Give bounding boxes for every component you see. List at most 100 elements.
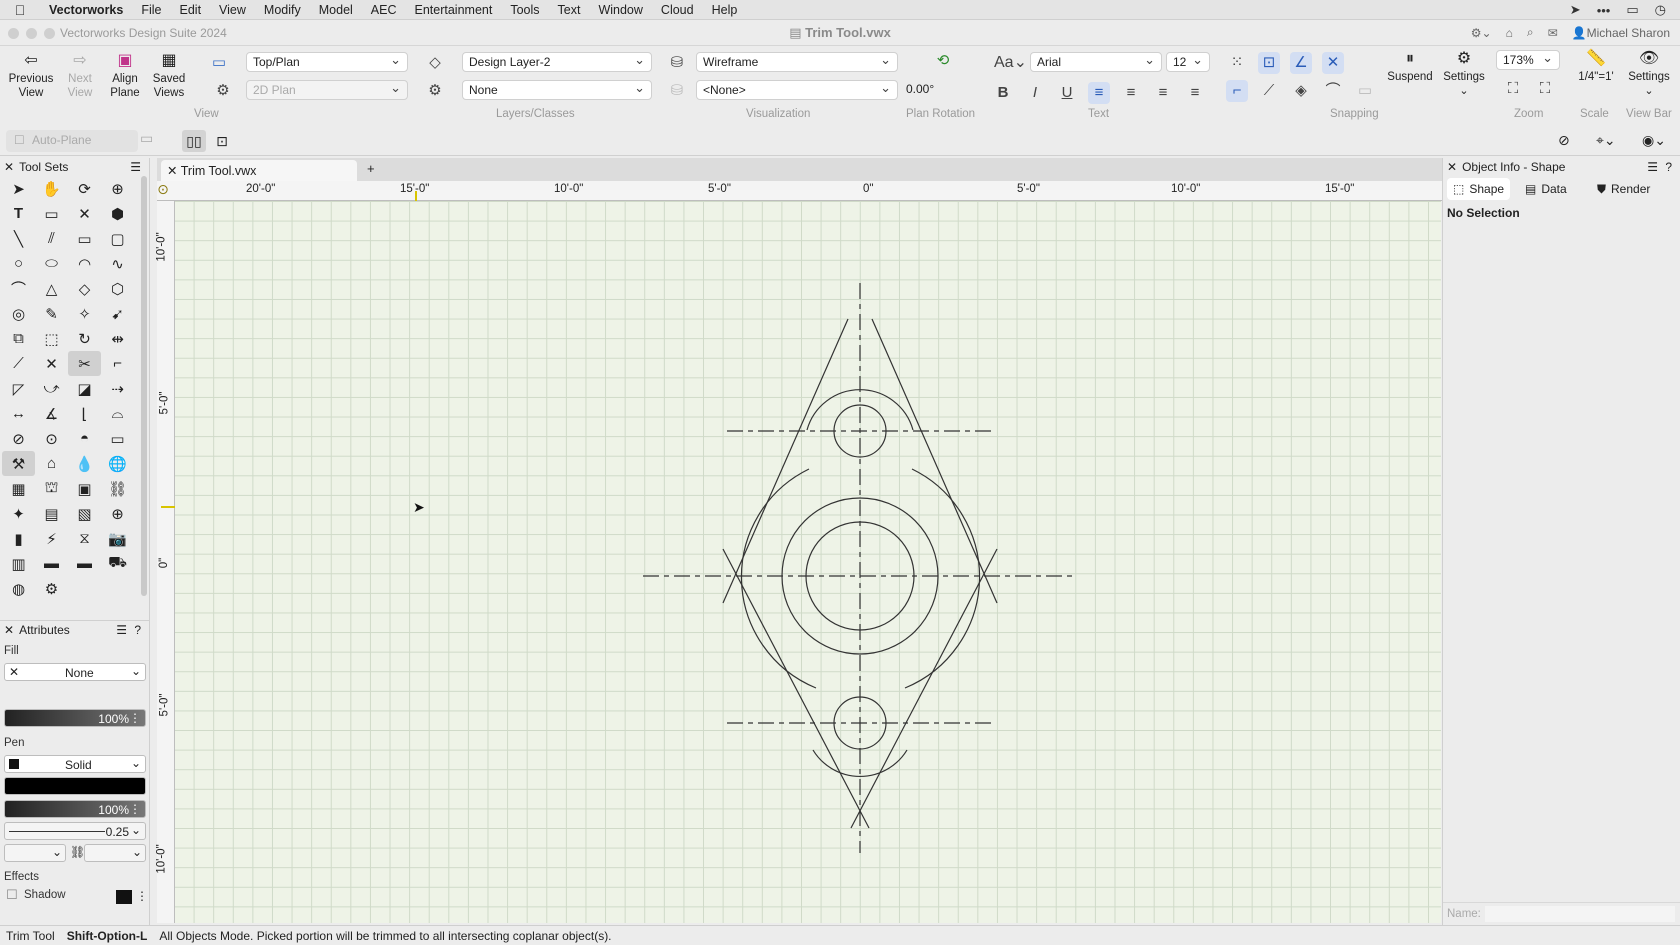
menu-window[interactable]: Window	[589, 3, 651, 17]
chain-dimension-tool-icon[interactable]: ⌊	[68, 401, 101, 426]
flyover-tool-icon[interactable]: ⟳	[68, 176, 101, 201]
home-icon[interactable]: ⌂	[1506, 26, 1513, 40]
line-weight-select[interactable]: 0.25 ⌄	[4, 822, 146, 840]
polyline-tool-icon[interactable]: ⌒	[2, 276, 35, 301]
layer-icon[interactable]: ◇	[424, 52, 446, 74]
menu-edit[interactable]: Edit	[171, 3, 211, 17]
double-line-tool-icon[interactable]: ⫽	[35, 226, 68, 251]
shadow-checkbox[interactable]: ☐	[6, 887, 18, 903]
tab-render[interactable]: ⛊ Render	[1591, 178, 1656, 200]
align-left-icon[interactable]: ≡	[1088, 82, 1110, 104]
next-view-button[interactable]: ⇨ Next View	[56, 52, 104, 100]
machine-design-toolset-icon[interactable]: ⛫	[35, 476, 68, 501]
start-marker-select[interactable]: ⌄	[4, 844, 66, 862]
battery-icon[interactable]: ▭	[1626, 2, 1638, 18]
surveying-toolset-icon[interactable]: ⧖	[68, 526, 101, 551]
freehand-tool-icon[interactable]: ∿	[101, 251, 134, 276]
gear-icon[interactable]: ⚙⌄	[1471, 26, 1492, 40]
plumbing-toolset-icon[interactable]: ▮	[2, 526, 35, 551]
fill-opacity-slider[interactable]: 100% ⋮	[4, 709, 146, 727]
menu-model[interactable]: Model	[310, 3, 362, 17]
close-icon[interactable]: ✕	[1447, 160, 1457, 174]
snapping-settings-button[interactable]: ⚙ Settings ⌄	[1438, 50, 1490, 98]
snap-edge-icon[interactable]: ⌒	[1322, 80, 1344, 102]
tape-measure-tool-icon[interactable]: ⊙	[35, 426, 68, 451]
label-tool-icon[interactable]: ▭	[101, 426, 134, 451]
all-objects-mode-icon[interactable]: ▯▯	[182, 130, 206, 152]
snap-grid-icon[interactable]: ⁙	[1226, 52, 1248, 74]
snap-tangent-icon[interactable]: ⟋	[1258, 80, 1280, 102]
zoom-select[interactable]: 173%	[1496, 50, 1560, 70]
close-icon[interactable]: ✕	[4, 160, 14, 174]
link-markers-icon[interactable]: ⛓	[70, 845, 85, 859]
move-by-points-tool-icon[interactable]: ⇢	[101, 376, 134, 401]
render-mode-select[interactable]: Wireframe	[696, 52, 898, 72]
previous-view-button[interactable]: ⇦ Previous View	[6, 52, 56, 100]
more-icon[interactable]: •••	[1597, 3, 1611, 18]
horizontal-ruler[interactable]: ⊙ 20'-0" 15'-0" 10'-0" 5'-0" 0" 5'-0" 10…	[157, 181, 1442, 201]
dimension-tool-icon[interactable]: ↔	[2, 401, 35, 426]
oval-tool-icon[interactable]: ⬭	[35, 251, 68, 276]
pen-style-select[interactable]: Solid ⌄	[4, 755, 146, 773]
rigging-toolset-icon[interactable]: ⛓	[101, 476, 134, 501]
menu-icon[interactable]: ☰	[116, 623, 127, 637]
symbol-insertion-icon[interactable]: ⬢	[101, 201, 134, 226]
search-icon[interactable]: ⌕	[1527, 25, 1534, 40]
bold-icon[interactable]: B	[992, 82, 1014, 104]
rounded-rectangle-tool-icon[interactable]: ▢	[101, 226, 134, 251]
visibility-tool-icon[interactable]: ➹	[101, 301, 134, 326]
menu-tools[interactable]: Tools	[501, 3, 548, 17]
locus-tool-icon[interactable]: ✕	[68, 201, 101, 226]
spiral-tool-icon[interactable]: ◎	[2, 301, 35, 326]
landscape-toolset-icon[interactable]: 🌐	[101, 451, 134, 476]
help-icon[interactable]: ?	[1665, 160, 1672, 174]
kebab-icon[interactable]: ⋮	[136, 889, 148, 903]
menu-view[interactable]: View	[210, 3, 255, 17]
settings-toolset-icon[interactable]: ⚙	[35, 576, 68, 601]
snap-distance-icon[interactable]: ⌐	[1226, 80, 1248, 102]
tab-shape[interactable]: ⬚ Shape	[1447, 178, 1511, 200]
vertical-ruler[interactable]: 10'-0" 5'-0" 0" 5'-0" 10'-0"	[156, 201, 175, 923]
trim-mode-icon[interactable]: ⊡	[210, 130, 234, 152]
upper-left-edge[interactable]	[722, 318, 849, 604]
protractor-tool-icon[interactable]: ◓	[68, 426, 101, 451]
scale-button[interactable]: 📏 1/4"=1'	[1572, 50, 1620, 84]
italic-icon[interactable]: I	[1024, 82, 1046, 104]
fill-style-select[interactable]: ✕ None ⌄	[4, 663, 146, 681]
fabrication-toolset-icon[interactable]: ▧	[68, 501, 101, 526]
align-center-icon[interactable]: ≡	[1120, 82, 1142, 104]
justify-icon[interactable]: ≡	[1184, 82, 1206, 104]
ruler-origin-icon[interactable]: ⊙	[153, 181, 173, 201]
auto-plane-button[interactable]: ☐ Auto-Plane	[6, 130, 138, 152]
snap-point-icon[interactable]: ◈	[1290, 80, 1312, 102]
plane-mode-icon[interactable]: ▭	[140, 130, 153, 147]
visibility-icon[interactable]: ⊘	[1558, 132, 1570, 149]
pan-tool-icon[interactable]: ✋	[35, 176, 68, 201]
fillet-tool-icon[interactable]: ⌐	[101, 351, 134, 376]
menu-file[interactable]: File	[132, 3, 170, 17]
class-select[interactable]: None	[462, 80, 652, 100]
font-select[interactable]: Arial	[1030, 52, 1162, 72]
render-style-select[interactable]: <None>	[696, 80, 898, 100]
lighting-toolset-icon[interactable]: ◍	[2, 576, 35, 601]
camera-toolset-icon[interactable]: 📷	[101, 526, 134, 551]
view-bar-settings-button[interactable]: 👁 Settings ⌄	[1622, 50, 1676, 98]
plan-rotation-icon[interactable]: ⟲	[932, 50, 954, 72]
view-select[interactable]: Top/Plan	[246, 52, 408, 72]
building-shell-toolset-icon[interactable]: ⌂	[35, 451, 68, 476]
menu-icon[interactable]: ☰	[130, 160, 141, 174]
snap-angle-icon[interactable]: ∠	[1290, 52, 1312, 74]
truss-toolset-icon[interactable]: ▬	[68, 551, 101, 576]
mechanical-toolset-icon[interactable]: ⊕	[101, 501, 134, 526]
chamfer-tool-icon[interactable]: ◸	[2, 376, 35, 401]
snap-intersection-icon[interactable]: ✕	[1322, 52, 1344, 74]
detailing-toolset-icon[interactable]: ▤	[35, 501, 68, 526]
menu-app[interactable]: Vectorworks	[40, 3, 132, 17]
text-tool-icon[interactable]: T	[2, 201, 35, 226]
location-icon[interactable]: ➤	[1570, 2, 1581, 18]
working-plane-icon[interactable]: ⌖⌄	[1596, 132, 1616, 149]
standard-view-icon[interactable]: ▭	[208, 52, 230, 74]
vehicle-toolset-icon[interactable]: ⛟	[101, 551, 134, 576]
rectangle-tool-icon[interactable]: ▭	[68, 226, 101, 251]
projection-icon[interactable]: ⚙	[212, 80, 234, 102]
